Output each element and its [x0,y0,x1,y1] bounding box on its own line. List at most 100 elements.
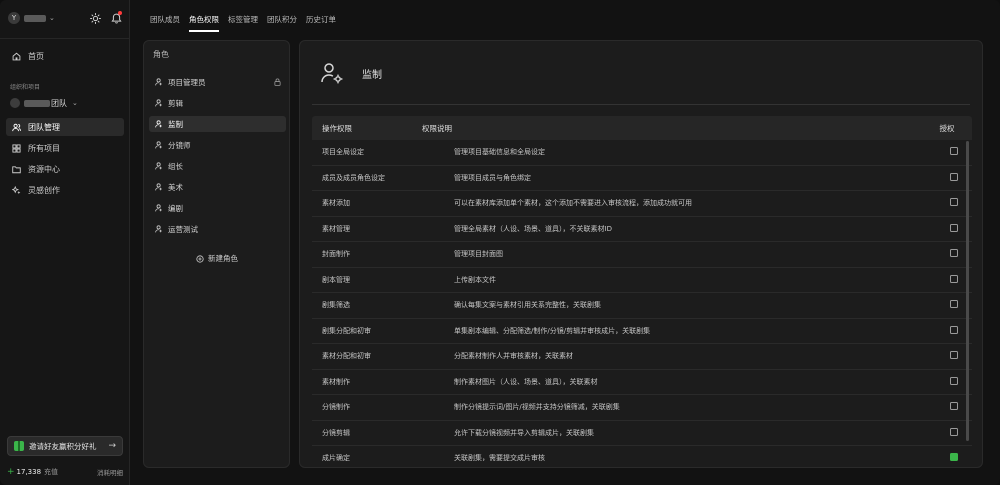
grant-cell [922,198,972,208]
tab-team-credits[interactable]: 团队积分 [267,0,297,36]
detail-header: 监制 [320,61,382,85]
chevron-down-icon[interactable]: ⌄ [72,99,78,107]
grant-checkbox[interactable] [950,402,958,411]
role-item[interactable]: 剪辑 [149,95,286,111]
sidebar-item-all-projects[interactable]: 所有项目 [6,139,124,157]
role-item[interactable]: 组长 [149,158,286,174]
sun-icon [89,12,101,24]
sidebar-item-home[interactable]: 首页 [6,47,124,65]
sidebar-item-resource-center[interactable]: 资源中心 [6,160,124,178]
table-row: 项目全局设定 管理项目基础信息和全局设定 [312,140,972,166]
permission-name: 剧本管理 [322,275,350,284]
recharge-link[interactable]: 充值 [44,467,58,477]
role-item[interactable]: 监制 [149,116,286,132]
permission-description: 管理全局素材（人设、场景、道具），不关联素材ID [454,224,612,233]
grant-cell [922,453,972,461]
grant-cell [922,172,972,183]
table-row: 封面制作 管理项目封面图 [312,242,972,268]
grant-checkbox[interactable] [950,172,958,181]
detail-divider [312,104,970,105]
table-header: 操作权限 权限说明 授权 [312,116,972,140]
usage-detail-link[interactable]: 消耗明细 [97,467,123,477]
notification-button[interactable] [110,11,122,24]
grant-checkbox[interactable] [950,300,958,309]
column-header-description: 权限说明 [422,123,452,133]
role-label: 分镜师 [168,140,191,150]
permission-name: 项目全局设定 [322,148,364,157]
tab-team-members[interactable]: 团队成员 [150,0,180,36]
grant-cell [922,223,972,234]
permission-name: 素材管理 [322,224,350,233]
theme-toggle-button[interactable] [89,12,101,24]
arrow-right-icon: → [108,441,116,451]
role-item[interactable]: 美术 [149,179,286,195]
grant-checkbox[interactable] [950,325,958,334]
role-label: 运营测试 [168,224,198,234]
grant-checkbox[interactable] [950,427,958,436]
permission-name: 分镜剪辑 [322,428,350,437]
credits-bar: + 17,338 充值 消耗明细 [7,467,123,477]
grant-checkbox[interactable] [950,249,958,258]
grant-checkbox[interactable] [950,147,958,156]
grant-cell [922,351,972,361]
permission-description: 单集剧本编辑、分配筛选/制作/分镜/剪辑并审核成片，关联剧集 [454,326,651,335]
user-icon [155,120,162,128]
table-row: 素材管理 管理全局素材（人设、场景、道具），不关联素材ID [312,217,972,242]
role-item[interactable]: 运营测试 [149,221,286,237]
permission-description: 管理项目基础信息和全局设定 [454,148,545,157]
workspace-switcher[interactable]: Y ⌄ [8,10,122,26]
grant-cell [922,402,972,412]
invite-friends-button[interactable]: 邀请好友赢积分好礼 → [7,436,123,456]
team-switcher[interactable]: 团队 ⌄ [10,96,120,110]
grant-checkbox[interactable] [950,223,958,232]
grant-cell [922,274,972,285]
notification-badge [118,11,122,15]
table-row: 素材制作 制作素材图片（人设、场景、道具），关联素材 [312,370,972,395]
folder-icon [12,165,21,173]
grant-checkbox[interactable] [950,453,958,461]
table-row: 剧集筛选 确认每集文案与素材引用关系完整性，关联剧集 [312,293,972,319]
grant-checkbox[interactable] [950,376,958,385]
table-row: 分镜剪辑 允许下载分镜视频并导入剪辑成片，关联剧集 [312,421,972,446]
table-scrollbar[interactable] [966,141,969,441]
projects-icon [12,143,21,153]
tab-order-history[interactable]: 历史订单 [306,0,336,36]
grant-cell [922,427,972,438]
team-avatar [10,98,20,108]
permission-description: 允许下载分镜视频并导入剪辑成片，关联剧集 [454,428,594,437]
permission-name: 素材添加 [322,199,350,208]
sidebar-item-inspiration[interactable]: 灵感创作 [6,181,124,199]
sidebar-item-label: 首页 [28,51,44,61]
plus-icon: + [7,467,15,477]
detail-title: 监制 [362,69,382,81]
sidebar-item-label: 资源中心 [28,164,60,174]
new-role-button[interactable]: 新建角色 [196,253,238,264]
permission-description: 上传剧本文件 [454,275,496,284]
user-icon [155,99,162,107]
chevron-down-icon[interactable]: ⌄ [49,14,55,22]
role-label: 剪辑 [168,98,183,108]
role-label: 项目管理员 [168,77,206,87]
permission-description: 确认每集文案与素材引用关系完整性，关联剧集 [454,301,601,310]
user-icon [155,78,162,86]
grant-checkbox[interactable] [950,198,958,207]
role-item[interactable]: 项目管理员 [149,74,286,90]
table-body: 项目全局设定 管理项目基础信息和全局设定 成员及成员角色设定 管理项目成员与角色绑定素… [312,140,972,461]
user-icon [155,141,162,149]
section-label: 组织和项目 [10,84,41,91]
permission-name: 成员及成员角色设定 [322,173,385,182]
team-name-blurred [24,99,50,107]
workspace-name-blurred [24,14,46,22]
credits-balance: 17,338 [16,468,42,476]
workspace-avatar[interactable]: Y [8,12,20,24]
grant-checkbox[interactable] [950,351,958,360]
new-role-label: 新建角色 [208,254,238,263]
grant-checkbox[interactable] [950,274,958,283]
role-item[interactable]: 编剧 [149,200,286,216]
tab-tag-management[interactable]: 标签管理 [228,0,258,36]
sidebar-item-team-management[interactable]: 团队管理 [6,118,124,136]
permission-description: 可以在素材库添加单个素材，这个添加不需要进入审核流程，添加成功就可用 [454,199,692,208]
role-item[interactable]: 分镜师 [149,137,286,153]
invite-label: 邀请好友赢积分好礼 [29,441,97,451]
tab-role-permissions[interactable]: 角色权限 [189,0,219,36]
